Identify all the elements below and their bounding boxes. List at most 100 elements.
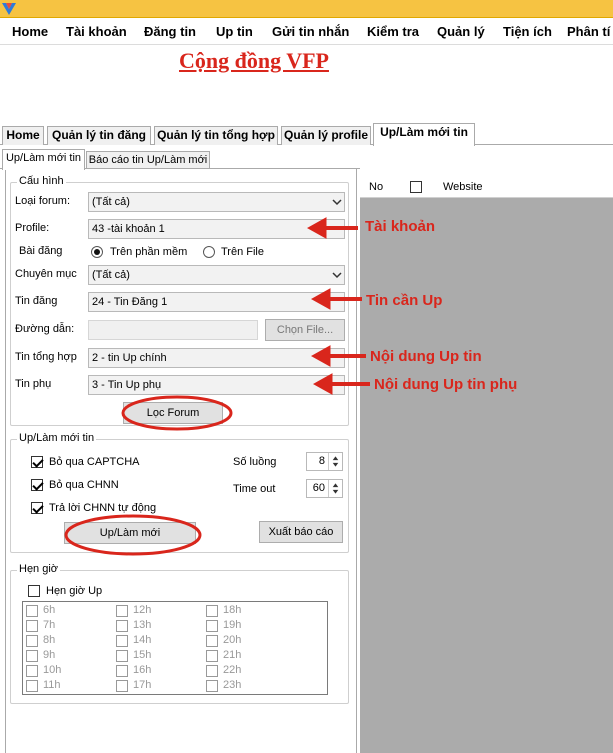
menu-send-message[interactable]: Gửi tin nhắn bbox=[272, 24, 349, 39]
hour-checkbox[interactable] bbox=[206, 665, 218, 677]
hour-label: 8h bbox=[43, 634, 56, 646]
title-bar bbox=[0, 0, 613, 18]
hour-checkbox[interactable] bbox=[116, 635, 128, 647]
hour-label: 19h bbox=[223, 619, 242, 631]
hour-label: 13h bbox=[133, 619, 152, 631]
grid-col-no[interactable]: No bbox=[369, 181, 383, 193]
tab-home[interactable]: Home bbox=[2, 126, 44, 145]
category-select[interactable]: (Tất cả) bbox=[88, 265, 345, 285]
tin-dang-select[interactable]: 24 - Tin Đăng 1 bbox=[88, 292, 345, 312]
hour-label: 16h bbox=[133, 664, 152, 676]
hour-label: 6h bbox=[43, 604, 56, 616]
hour-label: 7h bbox=[43, 619, 56, 631]
hour-checkbox[interactable] bbox=[206, 680, 218, 692]
config-legend: Cấu hình bbox=[17, 175, 66, 187]
hour-checkbox[interactable] bbox=[206, 635, 218, 647]
grid-select-all-checkbox[interactable] bbox=[410, 181, 422, 193]
menu-analysis[interactable]: Phân tí bbox=[567, 24, 610, 39]
hour-label: 15h bbox=[133, 649, 152, 661]
chevron-down-icon bbox=[332, 199, 342, 206]
category-value: (Tất cả) bbox=[92, 269, 130, 281]
menu-manage[interactable]: Quản lý bbox=[437, 24, 485, 39]
grid-col-website[interactable]: Website bbox=[443, 181, 483, 193]
menu-utilities[interactable]: Tiện ích bbox=[503, 24, 552, 39]
tab-manage-posts[interactable]: Quản lý tin đăng bbox=[47, 126, 151, 145]
radio-file[interactable] bbox=[203, 246, 215, 258]
hour-checkbox[interactable] bbox=[116, 605, 128, 617]
hour-checkbox[interactable] bbox=[206, 605, 218, 617]
skip-captcha-label: Bỏ qua CAPTCHA bbox=[49, 456, 140, 468]
path-label: Đường dẫn: bbox=[15, 323, 75, 335]
hour-checkbox[interactable] bbox=[116, 665, 128, 677]
tin-phu-select[interactable]: 3 - Tin Up phụ bbox=[88, 375, 345, 395]
hour-checkbox[interactable] bbox=[26, 635, 38, 647]
schedule-enable-checkbox[interactable] bbox=[28, 585, 40, 597]
category-label: Chuyên mục bbox=[15, 268, 77, 280]
subtab-up-refresh[interactable]: Up/Làm mới tin bbox=[2, 149, 85, 170]
export-report-button[interactable]: Xuất báo cáo bbox=[259, 521, 343, 543]
up-panel: Cấu hình Loại forum: (Tất cả) Profile: 4… bbox=[5, 168, 357, 753]
hour-checkbox[interactable] bbox=[206, 650, 218, 662]
hour-label: 12h bbox=[133, 604, 152, 616]
hour-checkbox[interactable] bbox=[116, 650, 128, 662]
hour-label: 20h bbox=[223, 634, 242, 646]
forum-type-select[interactable]: (Tất cả) bbox=[88, 192, 345, 212]
hour-checkbox[interactable] bbox=[26, 605, 38, 617]
filter-forum-button[interactable]: Lọc Forum bbox=[123, 402, 223, 424]
tin-phu-label: Tin phụ bbox=[15, 378, 52, 390]
choose-file-button[interactable]: Chọn File... bbox=[265, 319, 345, 341]
hour-label: 21h bbox=[223, 649, 242, 661]
hour-checkbox[interactable] bbox=[26, 650, 38, 662]
config-group: Cấu hình Loại forum: (Tất cả) Profile: 4… bbox=[10, 175, 349, 426]
hour-label: 23h bbox=[223, 679, 242, 691]
hour-checkbox[interactable] bbox=[206, 620, 218, 632]
path-input[interactable] bbox=[88, 320, 258, 340]
tin-tong-hop-select[interactable]: 2 - tin Up chính bbox=[88, 348, 345, 368]
annotation-noi-dung: Nội dung Up tin bbox=[370, 348, 482, 365]
profile-label: Profile: bbox=[15, 222, 50, 234]
menu-up[interactable]: Up tin bbox=[216, 24, 253, 39]
threads-label: Số luồng bbox=[233, 456, 277, 468]
forum-type-label: Loại forum: bbox=[15, 195, 71, 207]
app-logo-icon bbox=[2, 3, 16, 15]
hour-checkbox[interactable] bbox=[26, 665, 38, 677]
timeout-value: 60 bbox=[312, 482, 325, 494]
subtab-report[interactable]: Báo cáo tin Up/Làm mới bbox=[86, 151, 210, 169]
up-refresh-button[interactable]: Up/Làm mới bbox=[64, 522, 196, 544]
tab-manage-profile[interactable]: Quản lý profile bbox=[281, 126, 371, 145]
spin-arrows-icon bbox=[328, 480, 339, 497]
hour-checkbox[interactable] bbox=[26, 620, 38, 632]
timeout-label: Time out bbox=[233, 483, 276, 495]
post-source-label: Bài đăng bbox=[19, 245, 63, 257]
profile-select[interactable]: 43 -tài khoản 1 bbox=[88, 219, 345, 239]
tab-manage-summary[interactable]: Quản lý tin tổng hợp bbox=[154, 126, 278, 145]
up-group: Up/Làm mới tin Bỏ qua CAPTCHA Bỏ qua CHN… bbox=[10, 432, 349, 553]
brand-title[interactable]: Cộng đồng VFP bbox=[179, 48, 329, 74]
up-legend: Up/Làm mới tin bbox=[17, 432, 97, 444]
radio-software[interactable] bbox=[91, 246, 103, 258]
menu-post[interactable]: Đăng tin bbox=[144, 24, 196, 39]
tin-dang-label: Tin đăng bbox=[15, 295, 58, 307]
tab-up-refresh[interactable]: Up/Làm mới tin bbox=[373, 123, 475, 146]
results-grid[interactable]: No Website bbox=[360, 176, 613, 753]
skip-captcha-checkbox[interactable] bbox=[31, 456, 43, 468]
annotation-noi-dung-phu: Nội dung Up tin phụ bbox=[374, 376, 518, 393]
hour-checkbox[interactable] bbox=[116, 680, 128, 692]
menu-home[interactable]: Home bbox=[12, 24, 48, 39]
hour-label: 11h bbox=[43, 679, 61, 691]
sub-tab-strip: Up/Làm mới tin Báo cáo tin Up/Làm mới bbox=[0, 149, 360, 170]
timeout-stepper[interactable]: 60 bbox=[306, 479, 343, 498]
spin-arrows-icon bbox=[328, 453, 339, 470]
threads-stepper[interactable]: 8 bbox=[306, 452, 343, 471]
schedule-legend: Hẹn giờ bbox=[17, 563, 61, 575]
hour-checkbox[interactable] bbox=[26, 680, 38, 692]
menu-check[interactable]: Kiểm tra bbox=[367, 24, 419, 39]
threads-value: 8 bbox=[318, 455, 325, 467]
skip-chnn-checkbox[interactable] bbox=[31, 479, 43, 491]
menu-bar: Home Tài khoản Đăng tin Up tin Gửi tin n… bbox=[0, 18, 613, 45]
menu-account[interactable]: Tài khoản bbox=[66, 24, 127, 39]
radio-file-label: Trên File bbox=[221, 246, 264, 258]
hour-checkbox[interactable] bbox=[116, 620, 128, 632]
tin-dang-value: 24 - Tin Đăng 1 bbox=[92, 296, 168, 308]
auto-reply-checkbox[interactable] bbox=[31, 502, 43, 514]
